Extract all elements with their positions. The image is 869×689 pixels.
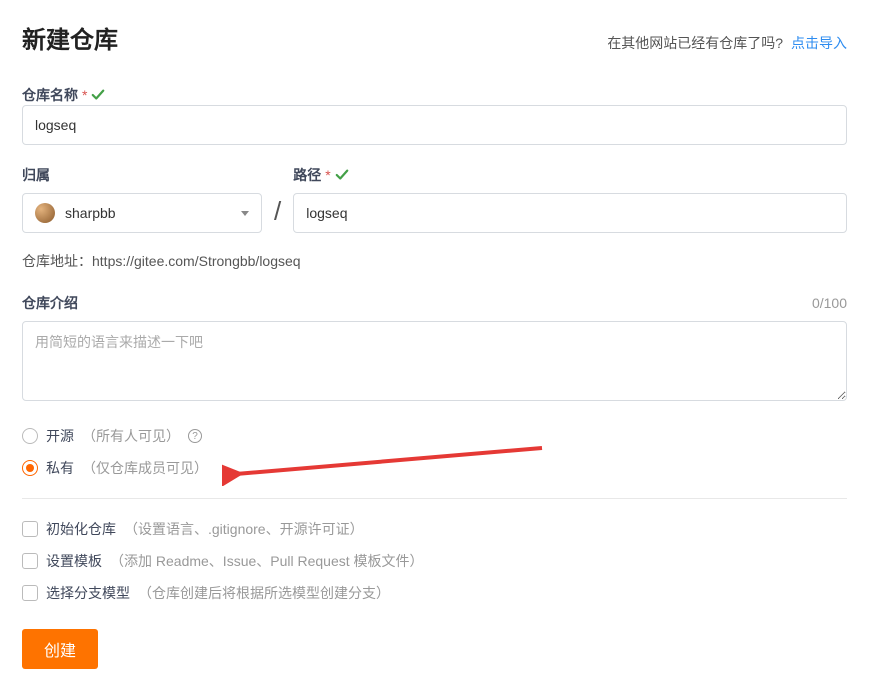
template-hint: （添加 Readme、Issue、Pull Request 模板文件） <box>110 551 424 571</box>
required-mark: * <box>82 87 87 103</box>
chevron-down-icon <box>241 211 249 216</box>
required-mark: * <box>325 167 330 183</box>
template-checkbox[interactable] <box>22 553 38 569</box>
repo-name-input[interactable] <box>22 105 847 145</box>
import-link[interactable]: 点击导入 <box>791 35 847 51</box>
divider <box>22 498 847 499</box>
repo-address: 仓库地址：https://gitee.com/Strongbb/logseq <box>22 251 847 271</box>
init-repo-label: 初始化仓库 <box>46 519 116 539</box>
visibility-public-label: 开源 <box>46 426 74 446</box>
visibility-public-hint: （所有人可见） <box>82 426 180 446</box>
import-prompt-text: 在其他网站已经有仓库了吗? <box>607 35 783 51</box>
import-prompt: 在其他网站已经有仓库了吗? 点击导入 <box>607 33 847 53</box>
init-repo-hint: （设置语言、.gitignore、开源许可证） <box>124 519 364 539</box>
create-button[interactable]: 创建 <box>22 629 98 669</box>
avatar <box>35 203 55 223</box>
owner-label: 归属 <box>22 165 50 185</box>
path-input[interactable] <box>293 193 847 233</box>
repo-name-label: 仓库名称 <box>22 85 78 105</box>
intro-label: 仓库介绍 <box>22 293 78 313</box>
template-label: 设置模板 <box>46 551 102 571</box>
check-icon <box>335 168 349 182</box>
visibility-private-radio[interactable] <box>22 460 38 476</box>
visibility-private-hint: （仅仓库成员可见） <box>82 458 208 478</box>
owner-value: sharpbb <box>65 205 241 221</box>
check-icon <box>91 88 105 102</box>
path-label: 路径 <box>293 165 321 185</box>
intro-counter: 0/100 <box>812 295 847 311</box>
visibility-public-radio[interactable] <box>22 428 38 444</box>
page-title: 新建仓库 <box>22 20 118 55</box>
help-icon[interactable]: ? <box>188 429 202 443</box>
branch-model-label: 选择分支模型 <box>46 583 130 603</box>
branch-model-checkbox[interactable] <box>22 585 38 601</box>
path-separator: / <box>274 196 281 233</box>
init-repo-checkbox[interactable] <box>22 521 38 537</box>
intro-textarea[interactable] <box>22 321 847 401</box>
branch-model-hint: （仓库创建后将根据所选模型创建分支） <box>138 583 390 603</box>
visibility-private-label: 私有 <box>46 458 74 478</box>
owner-dropdown[interactable]: sharpbb <box>22 193 262 233</box>
